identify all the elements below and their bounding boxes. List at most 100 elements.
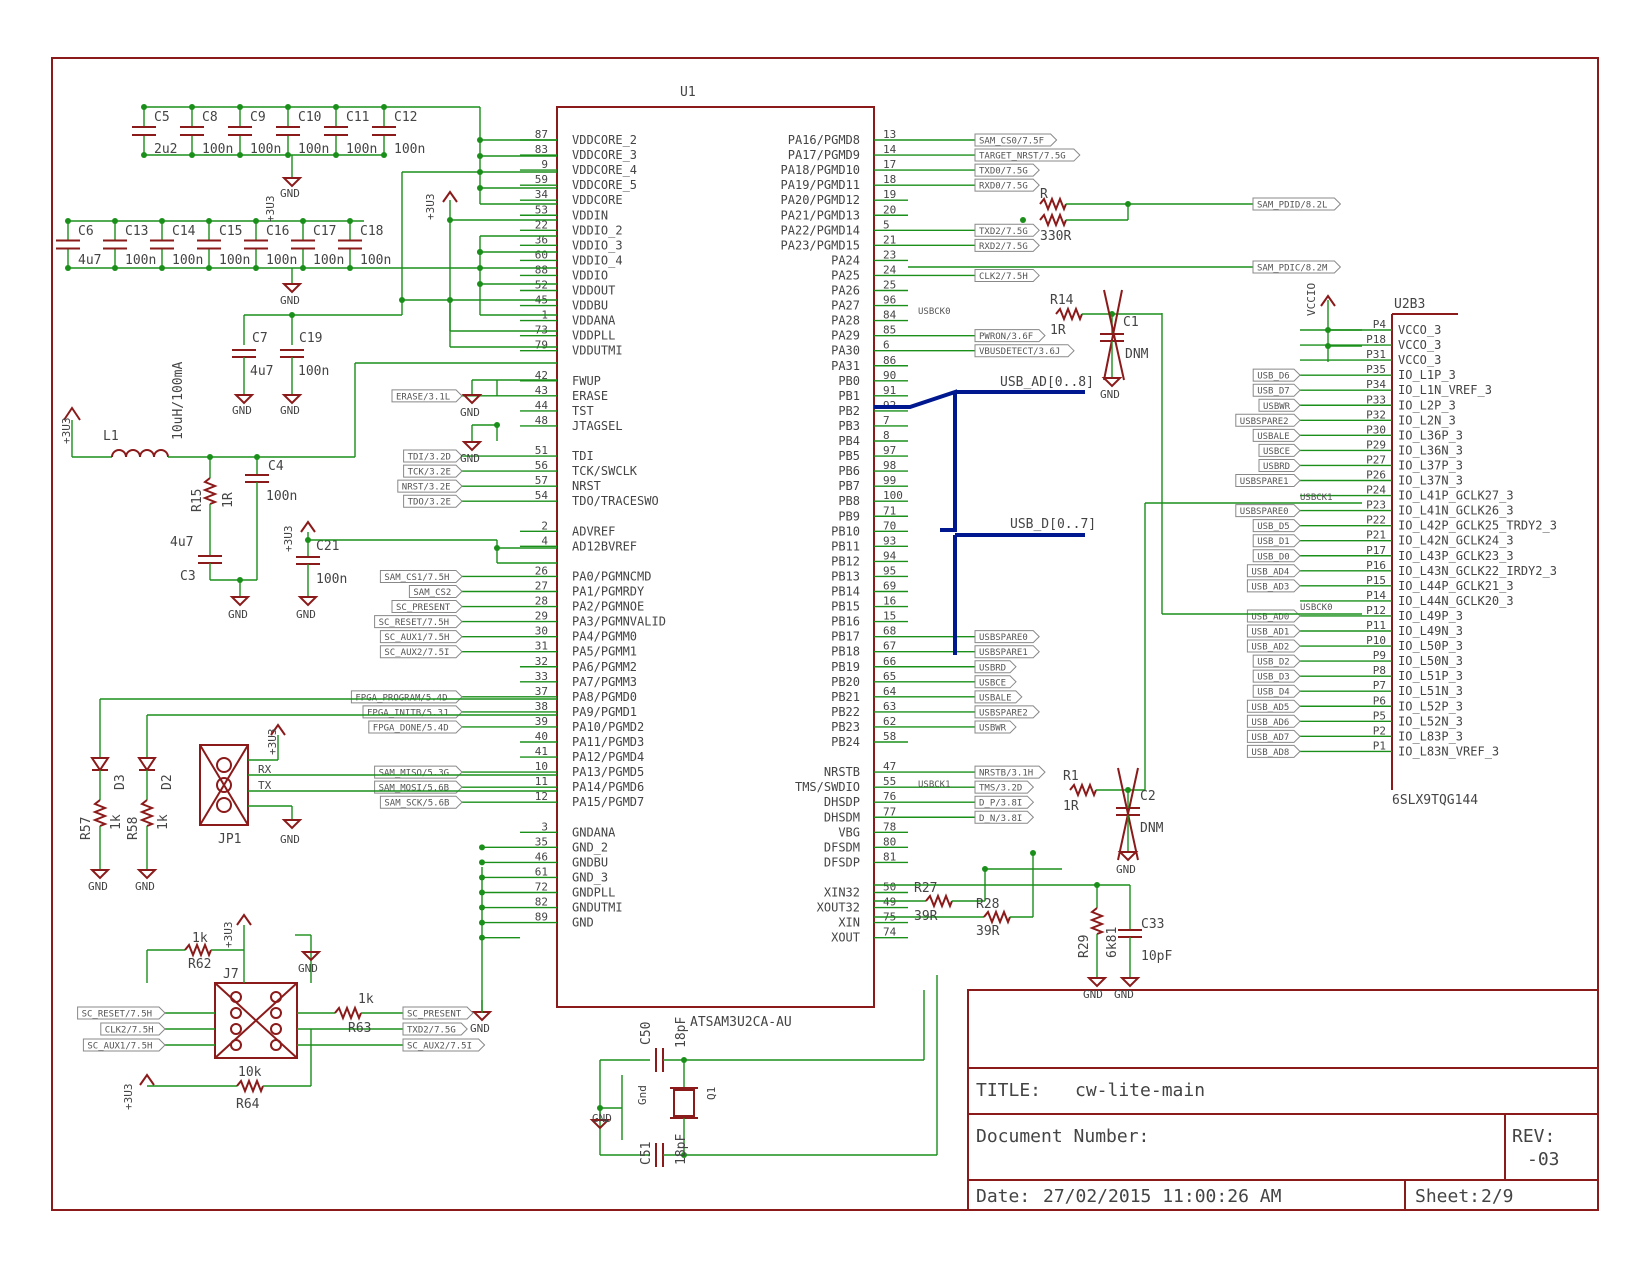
cap-ref: C5 — [154, 110, 170, 125]
cap-ref: C8 — [202, 110, 218, 125]
c1-value: DNM — [1125, 347, 1149, 362]
u1-right-pin-name: TMS/SWDIO — [795, 780, 860, 794]
u1-right-pin-number: 18 — [883, 173, 896, 186]
status-leds: D3 D2 GND GND R57 1k R58 1k — [79, 698, 557, 893]
u1-right-pin-name: PB8 — [838, 494, 860, 508]
date-value: 27/02/2015 11:00:26 AM — [1043, 1186, 1282, 1207]
u1-left-pin-name: TCK/SWCLK — [572, 464, 638, 478]
u2-pin-name: IO_L41P_GCLK27_3 — [1398, 489, 1514, 503]
gnd-label-tst: GND — [460, 452, 480, 465]
c51-value: 18pF — [674, 1134, 689, 1165]
u1-right-net-flag: USBSPARE0 — [974, 630, 1040, 644]
u1-right-pin-number: 96 — [883, 294, 896, 307]
u1-left-pin-number: 83 — [535, 143, 548, 156]
cap-value: 4u7 — [78, 253, 101, 268]
u1-right-pin-number: 5 — [883, 218, 890, 231]
u1-right-net-flag: TMS/3.2D — [974, 780, 1035, 794]
u1-left-pin-number: 54 — [535, 489, 549, 502]
u1-left-pin-name: PA12/PGMD4 — [572, 750, 644, 764]
u1-right-pin-number: 6 — [883, 339, 890, 352]
u2-pin-number: P30 — [1366, 423, 1386, 436]
u1-left-pin-name: ERASE — [572, 389, 608, 403]
u2-pin-name: IO_L49N_3 — [1398, 624, 1463, 638]
u1-left-pin-name: PA15/PGMD7 — [572, 795, 644, 809]
sheet-label: Sheet: — [1415, 1186, 1480, 1207]
u1-right-net-flag: SAM_CS0/7.5F — [974, 133, 1058, 147]
u1-ref: U1 — [680, 85, 696, 100]
u1-right-pin-name: PB24 — [831, 735, 860, 749]
u2-pin-number: P15 — [1366, 574, 1386, 587]
u2-pin-name: IO_L1P_3 — [1398, 368, 1456, 382]
gnd-label-c33: GND — [1114, 988, 1134, 1001]
j7-right-net-flag: SC_PRESENT — [402, 1006, 474, 1020]
l1-coil — [111, 449, 169, 458]
u2-net-flag-text: USB_AD7 — [1251, 733, 1289, 743]
u1-right-net-flag: NRSTB/3.1H — [974, 765, 1046, 779]
cap-value: 100n — [219, 253, 250, 268]
c19-value: 100n — [298, 364, 329, 379]
r14-value: 1R — [1050, 323, 1066, 338]
j7-left-net-flag-text: CLK2/7.5H — [105, 1026, 154, 1036]
u1-left-pin-name: GNDBU — [572, 855, 608, 869]
u1-left-pin-name: VDDIO_4 — [572, 253, 623, 267]
sam-pdid-flag: SAM_PDID/8.2L — [1252, 197, 1342, 211]
u1-right-net-flag-text: TARGET_NRST/7.5G — [979, 152, 1066, 162]
u1-right-net-flag: PWRON/3.6F — [974, 329, 1046, 343]
u1-left-net-flag: SAM_CS1/7.5H — [379, 569, 463, 583]
u2-net-flag: USBSPARE0 — [1235, 504, 1301, 518]
u2-pin-number: P2 — [1373, 724, 1386, 737]
r29-ref: R29 — [1077, 935, 1092, 958]
u1-right-net-flag-text: CLK2/7.5H — [979, 272, 1028, 282]
u1-right-pin-number: 66 — [883, 655, 896, 668]
u1-right-net-flag: USBSPARE1 — [974, 645, 1040, 659]
u1-right-net-flag-text: USBWR — [979, 723, 1007, 733]
u2-net-flag: USBSPARE2 — [1235, 413, 1301, 427]
q1-ref: Q1 — [705, 1087, 718, 1100]
u1-left-pin-name: GNDANA — [572, 825, 616, 839]
u1-right-pin-name: PA23/PGMD15 — [781, 238, 860, 252]
u2-pin-name: IO_L50N_3 — [1398, 654, 1463, 668]
u1-right-pin-number: 91 — [883, 384, 896, 397]
u2-pin-name: IO_L2P_3 — [1398, 398, 1456, 412]
u2-net-flag-text: USB_D2 — [1257, 658, 1290, 668]
u1-right-pin-name: PB18 — [831, 645, 860, 659]
u2-pin-name: IO_L41N_GCLK26_3 — [1398, 504, 1514, 518]
u1-right-net-flag: TXD0/7.5G — [974, 163, 1040, 177]
u1-value: ATSAM3U2CA-AU — [690, 1015, 792, 1030]
u1-right-net-flag: RXD2/7.5G — [974, 238, 1040, 252]
u2-net-flag-text: USB_AD5 — [1251, 703, 1289, 713]
u1-left-net-flag: ERASE/3.1L — [391, 389, 463, 403]
u1-left-net-flag: FPGA_INITB/5.3J — [362, 705, 463, 719]
u2-net-flag: USB_AD7 — [1246, 729, 1301, 743]
u1-left-pin-name: AD12BVREF — [572, 539, 637, 553]
u2-pin-name: IO_L51P_3 — [1398, 669, 1463, 683]
j7-left-net-flag: SC_AUX1/7.5H — [82, 1038, 166, 1052]
cap-ref: C14 — [172, 224, 196, 239]
c50-ref: C50 — [639, 1022, 654, 1045]
r28-value: 39R — [976, 924, 1000, 939]
u1-right-pin-name: PB4 — [838, 434, 860, 448]
u2-ref: U2B3 — [1394, 297, 1425, 312]
u2-net-flag: USB_D7 — [1252, 383, 1301, 397]
decoupling-caps-vddio: C6 4u7 C13 100n C14 100n C15 100n C16 100n C17 100n… — [56, 218, 391, 271]
u1-left-pin-name: FWUP — [572, 374, 601, 388]
crystal-q1: GND Gnd Q1 C50 18pF C51 18pF — [589, 975, 938, 1167]
u1-right-pin-name: XIN32 — [824, 886, 860, 900]
u1-right-net-flag-text: PWRON/3.6F — [979, 332, 1033, 342]
r28-ref: R28 — [976, 897, 999, 912]
u1-right-pin-name: PA24 — [831, 253, 860, 267]
u1-left-pin-name: VDDCORE_3 — [572, 148, 637, 162]
u1-right-net-flag: TARGET_NRST/7.5G — [974, 148, 1081, 162]
u1-right-pin-name: PB20 — [831, 675, 860, 689]
u1-left-net-flag: TDO/3.2E — [403, 494, 463, 508]
u1-right-pin-number: 63 — [883, 700, 896, 713]
l1-value: 10uH/100mA — [171, 362, 186, 440]
u1-left-net-flag: TCK/3.2E — [403, 464, 463, 478]
u1-right-pin-number: 86 — [883, 354, 896, 367]
u1-right-pin-number: 64 — [883, 685, 897, 698]
u1-right-pin-number: 76 — [883, 790, 896, 803]
u1-right-pin-name: XIN — [838, 916, 860, 930]
gnd-label-c21: GND — [296, 608, 316, 621]
gnd-label-d3: GND — [88, 880, 108, 893]
schematic: TITLE: cw-lite-main Document Number: REV… — [51, 57, 1599, 1211]
